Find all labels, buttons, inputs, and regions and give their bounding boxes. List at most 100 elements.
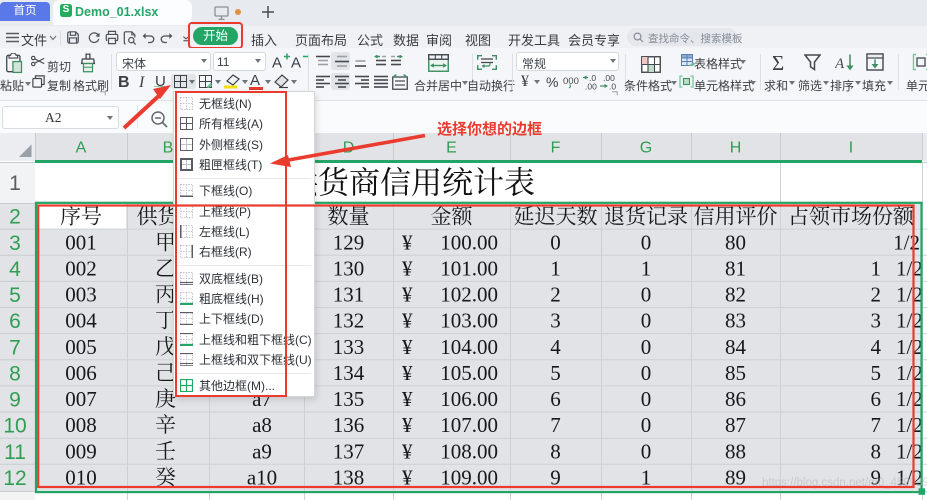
svg-text:88: 88 <box>725 439 746 463</box>
svg-text:000: 000 <box>563 76 579 87</box>
svg-text:¥: ¥ <box>402 439 413 463</box>
svg-text:5: 5 <box>871 361 882 385</box>
svg-text:¥: ¥ <box>402 335 413 359</box>
svg-text:131: 131 <box>333 283 365 307</box>
svg-text:84: 84 <box>725 335 747 359</box>
svg-text:¥: ¥ <box>402 413 413 437</box>
svg-text:2: 2 <box>550 283 561 307</box>
svg-text:1/2: 1/2 <box>896 309 923 333</box>
svg-text:108.00: 108.00 <box>440 439 498 463</box>
svg-text:¥: ¥ <box>402 230 413 254</box>
svg-text:1/2: 1/2 <box>896 335 923 359</box>
svg-text:癸: 癸 <box>155 466 176 490</box>
svg-text:3: 3 <box>871 309 882 333</box>
svg-text:延迟天数: 延迟天数 <box>514 205 598 229</box>
svg-text:9: 9 <box>9 389 21 412</box>
svg-text:数量: 数量 <box>328 205 370 229</box>
svg-text:8: 8 <box>871 439 882 463</box>
svg-text:107.00: 107.00 <box>440 413 498 437</box>
svg-text:104.00: 104.00 <box>440 335 498 359</box>
svg-text:87: 87 <box>725 413 746 437</box>
svg-text:7: 7 <box>550 413 561 437</box>
svg-text:1/2: 1/2 <box>896 361 923 385</box>
svg-text:136: 136 <box>333 413 365 437</box>
svg-text:106.00: 106.00 <box>440 387 498 411</box>
svg-text:0: 0 <box>641 387 652 411</box>
svg-text:H: H <box>730 140 742 157</box>
svg-text:103.00: 103.00 <box>440 309 498 333</box>
svg-text:5: 5 <box>550 361 561 385</box>
svg-text:G: G <box>640 140 652 157</box>
svg-text:供货商信用统计表: 供货商信用统计表 <box>287 166 535 201</box>
svg-text:¥: ¥ <box>402 466 413 490</box>
svg-text:1: 1 <box>641 256 652 280</box>
svg-text:81: 81 <box>725 256 746 280</box>
svg-text:004: 004 <box>65 309 97 333</box>
svg-text:003: 003 <box>65 283 97 307</box>
svg-text:2: 2 <box>9 206 21 229</box>
svg-text:.0: .0 <box>609 82 616 91</box>
svg-text:82: 82 <box>725 283 746 307</box>
svg-text:1: 1 <box>9 172 21 195</box>
svg-text:¥: ¥ <box>402 387 413 411</box>
svg-text:11: 11 <box>4 441 26 464</box>
svg-text:10: 10 <box>3 415 26 438</box>
svg-text:序号: 序号 <box>60 205 102 229</box>
svg-text:壬: 壬 <box>155 439 176 463</box>
svg-text:9: 9 <box>550 466 561 490</box>
svg-text:009: 009 <box>65 439 97 463</box>
svg-text:8: 8 <box>550 439 561 463</box>
svg-text:137: 137 <box>333 439 365 463</box>
svg-text:101.00: 101.00 <box>440 256 498 280</box>
svg-text:002: 002 <box>65 256 97 280</box>
svg-text:135: 135 <box>333 387 365 411</box>
svg-text:A: A <box>76 140 87 157</box>
svg-text:A: A <box>291 55 301 71</box>
svg-text:1/2: 1/2 <box>896 256 923 280</box>
svg-text:占领市场份额: 占领市场份额 <box>788 205 915 229</box>
svg-text:F: F <box>551 140 561 157</box>
svg-text:0: 0 <box>550 230 561 254</box>
svg-text:133: 133 <box>333 335 365 359</box>
svg-text:0: 0 <box>641 413 652 437</box>
svg-text:金额: 金额 <box>431 205 474 229</box>
svg-text:85: 85 <box>725 361 746 385</box>
svg-text:1: 1 <box>550 256 561 280</box>
svg-text:132: 132 <box>333 309 365 333</box>
svg-text:4: 4 <box>871 335 882 359</box>
svg-text:001: 001 <box>65 230 97 254</box>
svg-text:12: 12 <box>3 467 26 490</box>
svg-text:¥: ¥ <box>402 256 413 280</box>
svg-text:1: 1 <box>871 256 882 280</box>
svg-text:A: A <box>835 56 845 72</box>
svg-text:7: 7 <box>871 413 882 437</box>
svg-text:A: A <box>272 55 282 71</box>
svg-text:4: 4 <box>9 258 21 281</box>
svg-text:.00: .00 <box>585 82 597 91</box>
svg-text:1/2: 1/2 <box>896 283 923 307</box>
svg-text:010: 010 <box>65 466 97 490</box>
svg-text:1/2: 1/2 <box>896 387 923 411</box>
svg-text:105.00: 105.00 <box>440 361 498 385</box>
svg-text:134: 134 <box>333 361 365 385</box>
svg-text:a9: a9 <box>252 439 272 463</box>
svg-text:129: 129 <box>333 230 365 254</box>
svg-text:a8: a8 <box>252 413 272 437</box>
svg-text:109.00: 109.00 <box>440 466 498 490</box>
svg-text:138: 138 <box>333 466 365 490</box>
svg-text:6: 6 <box>871 387 882 411</box>
svg-text:89: 89 <box>725 466 746 490</box>
svg-text:102.00: 102.00 <box>440 283 498 307</box>
svg-text:0: 0 <box>641 439 652 463</box>
svg-text:https://blog.csdn.net/m0_45993: https://blog.csdn.net/m0_45993982 <box>762 477 927 489</box>
svg-text:1/2: 1/2 <box>896 413 923 437</box>
svg-text:008: 008 <box>65 413 97 437</box>
svg-text:I: I <box>849 140 853 157</box>
svg-text:¥: ¥ <box>402 361 413 385</box>
svg-text:100.00: 100.00 <box>440 230 498 254</box>
svg-text:80: 80 <box>725 230 746 254</box>
svg-text:a10: a10 <box>247 466 277 490</box>
svg-text:0: 0 <box>641 309 652 333</box>
svg-text:7: 7 <box>9 336 21 359</box>
svg-text:2: 2 <box>871 283 882 307</box>
